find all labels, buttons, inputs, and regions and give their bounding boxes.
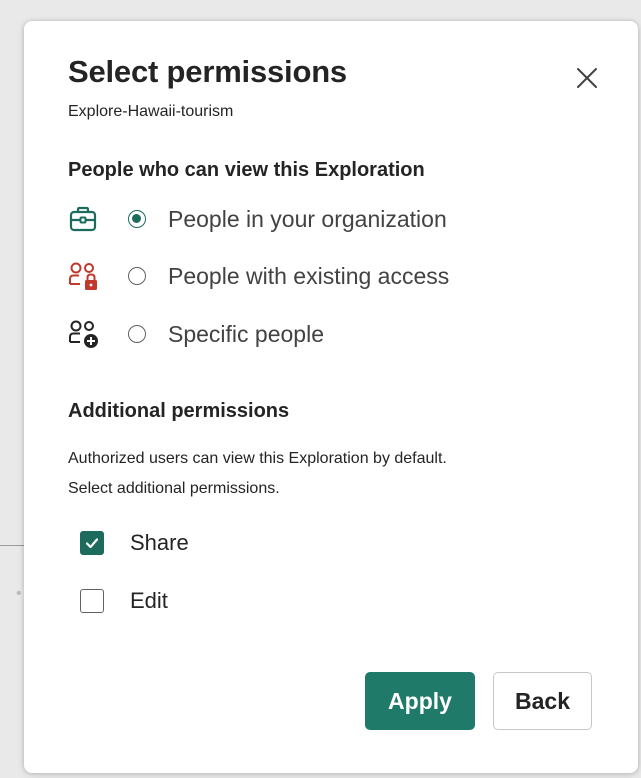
back-button[interactable]: Back — [493, 672, 592, 730]
dialog-title: Select permissions — [68, 54, 347, 89]
additional-permissions-description: Authorized users can view this Explorati… — [68, 444, 608, 504]
view-section-heading: People who can view this Exploration — [68, 159, 425, 181]
radio-button-organization[interactable] — [128, 210, 146, 228]
dialog-subtitle: Explore-Hawaii-tourism — [68, 103, 234, 120]
checkbox-option-share[interactable]: Share — [80, 526, 189, 560]
radio-button-specific-people[interactable] — [128, 325, 146, 343]
people-add-icon — [68, 316, 104, 352]
people-lock-icon — [68, 258, 104, 294]
additional-permissions-heading: Additional permissions — [68, 400, 290, 422]
checkbox-label: Share — [130, 530, 189, 555]
edit-checkbox[interactable] — [80, 589, 104, 613]
briefcase-icon — [68, 201, 104, 237]
checkbox-label: Edit — [130, 588, 168, 613]
close-icon — [577, 68, 597, 88]
description-line-1: Authorized users can view this Explorati… — [68, 450, 447, 467]
radio-option-organization[interactable]: People in your organization — [68, 199, 447, 239]
share-checkbox[interactable] — [80, 531, 104, 555]
radio-button-existing-access[interactable] — [128, 267, 146, 285]
background-partial-glyph: • — [16, 585, 22, 602]
radio-label: Specific people — [168, 320, 324, 347]
radio-label: People with existing access — [168, 262, 450, 289]
description-line-2: Select additional permissions. — [68, 480, 280, 497]
radio-label: People in your organization — [168, 205, 447, 232]
apply-button[interactable]: Apply — [365, 672, 475, 730]
checkbox-option-edit[interactable]: Edit — [80, 584, 168, 618]
permissions-dialog: Select permissions Explore-Hawaii-touris… — [24, 21, 638, 773]
radio-option-existing-access[interactable]: People with existing access — [68, 256, 449, 296]
close-button[interactable] — [573, 64, 601, 92]
radio-option-specific-people[interactable]: Specific people — [68, 314, 324, 354]
checkmark-icon — [85, 538, 99, 549]
